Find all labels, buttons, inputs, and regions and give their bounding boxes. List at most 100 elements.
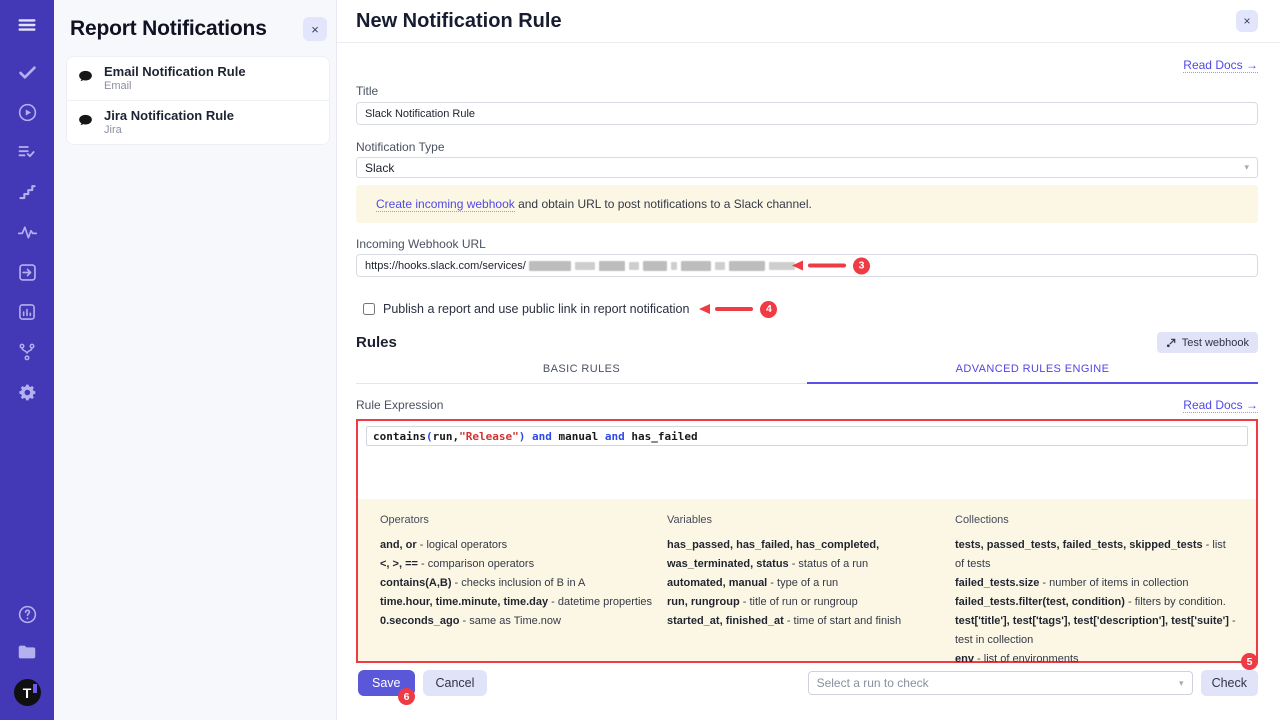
folder-icon[interactable] [16, 641, 38, 663]
run-select[interactable]: Select a run to check ▾ [808, 671, 1193, 695]
list-check-icon[interactable] [16, 141, 38, 163]
code-token: manual [558, 430, 598, 443]
annotation-badge-3: 3 [853, 257, 870, 274]
close-panel-button[interactable]: × [303, 17, 327, 41]
tab-advanced-rules-engine[interactable]: ADVANCED RULES ENGINE [807, 358, 1258, 384]
list-item-title: Email Notification Rule [104, 64, 246, 80]
help-term: and, or [380, 539, 417, 551]
help-desc: - time of start and finish [784, 615, 901, 627]
create-incoming-webhook-link[interactable]: Create incoming webhook [376, 197, 515, 212]
icon-rail: T [0, 0, 54, 720]
gear-icon[interactable] [16, 381, 38, 403]
code-token: and [525, 430, 558, 443]
help-term: run, rungroup [667, 596, 740, 608]
sign-in-icon[interactable] [16, 261, 38, 283]
rules-heading: Rules [356, 334, 397, 351]
help-desc: - datetime properties [548, 596, 652, 608]
help-column-heading: Collections [955, 511, 1238, 530]
send-icon [1166, 337, 1177, 348]
annotation-badge-6: 6 [398, 688, 415, 705]
code-token: "Release" [459, 430, 519, 443]
help-column-operators: Operators and, or - logical operators <,… [380, 511, 667, 653]
cancel-button[interactable]: Cancel [423, 670, 488, 696]
help-term: failed_tests.size [955, 577, 1039, 589]
help-item: started_at, finished_at - time of start … [667, 612, 955, 631]
help-item: automated, manual - type of a run [667, 574, 955, 593]
help-desc: - checks inclusion of B in A [452, 577, 586, 589]
avatar[interactable]: T [14, 679, 41, 706]
help-item: failed_tests.size - number of items in c… [955, 574, 1238, 593]
help-item: <, >, == - comparison operators [380, 555, 667, 574]
help-term: <, >, == [380, 558, 418, 570]
expression-help-panel: Operators and, or - logical operators <,… [358, 499, 1256, 661]
code-token: ) [519, 430, 526, 443]
menu-icon[interactable] [16, 14, 38, 36]
help-column-heading: Operators [380, 511, 667, 530]
help-term: automated, manual [667, 577, 767, 589]
rule-expression-label: Rule Expression [356, 398, 443, 412]
check-icon[interactable] [16, 61, 38, 83]
list-item-jira-rule[interactable]: Jira Notification Rule Jira [67, 101, 329, 144]
help-desc: - filters by condition. [1125, 596, 1226, 608]
code-token: run, [433, 430, 460, 443]
help-term: 0.seconds_ago [380, 615, 459, 627]
rule-expression-editor[interactable]: contains(run, "Release") and manual and … [358, 421, 1256, 499]
help-term: test['title'], test['tags'], test['descr… [955, 615, 1229, 627]
help-desc: - list of environments [974, 653, 1079, 665]
close-form-button[interactable]: × [1236, 10, 1258, 32]
info-text: and obtain URL to post notifications to … [515, 197, 812, 211]
publish-report-label: Publish a report and use public link in … [383, 302, 689, 316]
notification-type-label: Notification Type [356, 140, 1258, 154]
help-term: tests, passed_tests, failed_tests, skipp… [955, 539, 1203, 551]
title-input[interactable] [356, 102, 1258, 125]
bar-chart-icon[interactable] [16, 301, 38, 323]
slack-info-box: Create incoming webhook and obtain URL t… [356, 185, 1258, 223]
rules-tabs: BASIC RULES ADVANCED RULES ENGINE [356, 358, 1258, 384]
help-term: time.hour, time.minute, time.day [380, 596, 548, 608]
help-desc: - type of a run [767, 577, 838, 589]
steps-icon[interactable] [16, 181, 38, 203]
read-docs-link[interactable]: Read Docs → [1183, 58, 1258, 73]
webhook-url-prefix: https://hooks.slack.com/services/ [365, 260, 526, 272]
avatar-accent [33, 684, 37, 693]
help-icon[interactable] [16, 603, 38, 625]
check-button[interactable]: Check [1201, 670, 1258, 696]
help-item: test['title'], test['tags'], test['descr… [955, 612, 1238, 650]
notification-type-select[interactable]: Slack ▾ [356, 157, 1258, 178]
help-desc: - same as Time.now [459, 615, 560, 627]
help-item: and, or - logical operators [380, 536, 667, 555]
tab-basic-rules[interactable]: BASIC RULES [356, 358, 807, 384]
code-token: ( [426, 430, 433, 443]
avatar-letter: T [23, 685, 32, 701]
page-title: New Notification Rule [356, 10, 562, 33]
new-notification-rule-form: New Notification Rule × Read Docs → Titl… [337, 0, 1280, 720]
git-branch-icon[interactable] [16, 341, 38, 363]
publish-report-checkbox[interactable] [363, 303, 375, 315]
activity-icon[interactable] [16, 221, 38, 243]
code-token: has_failed [631, 430, 697, 443]
help-term: started_at, finished_at [667, 615, 784, 627]
read-docs-link-expression[interactable]: Read Docs → [1183, 398, 1258, 413]
help-item: contains(A,B) - checks inclusion of B in… [380, 574, 667, 593]
help-column-collections: Collections tests, passed_tests, failed_… [955, 511, 1238, 653]
panel-title: Report Notifications [70, 17, 267, 41]
rule-expression-code[interactable]: contains(run, "Release") and manual and … [366, 426, 1248, 446]
list-item-email-rule[interactable]: Email Notification Rule Email [67, 57, 329, 101]
comment-icon [77, 112, 94, 134]
help-desc: - title of run or rungroup [740, 596, 858, 608]
annotation-arrow-4: 4 [699, 301, 777, 318]
chevron-down-icon: ▾ [1179, 678, 1184, 689]
annotation-arrow-3: 3 [792, 257, 870, 274]
help-column-heading: Variables [667, 511, 955, 530]
list-item-title: Jira Notification Rule [104, 108, 234, 124]
annotation-box-rules: contains(run, "Release") and manual and … [356, 419, 1258, 663]
help-item: failed_tests.filter(test, condition) - f… [955, 593, 1238, 612]
test-webhook-label: Test webhook [1182, 337, 1249, 349]
test-webhook-button[interactable]: Test webhook [1157, 332, 1258, 353]
help-desc: - status of a run [789, 558, 868, 570]
help-item: tests, passed_tests, failed_tests, skipp… [955, 536, 1238, 574]
play-circle-icon[interactable] [16, 101, 38, 123]
code-token: and [598, 430, 631, 443]
webhook-url-label: Incoming Webhook URL [356, 237, 1258, 251]
help-desc: - comparison operators [418, 558, 534, 570]
